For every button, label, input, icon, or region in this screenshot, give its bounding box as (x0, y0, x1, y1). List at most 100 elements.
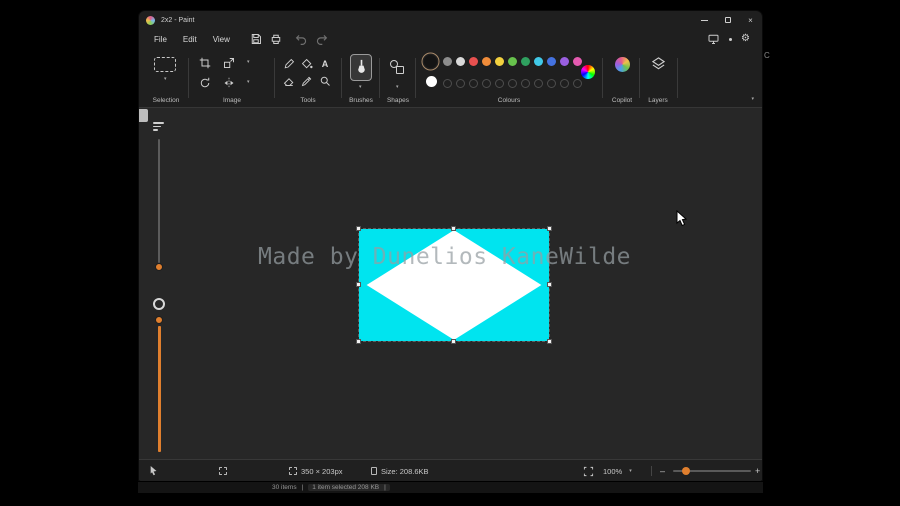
color-swatch[interactable] (573, 79, 582, 88)
selection-handle[interactable] (547, 282, 552, 287)
color-swatch[interactable] (547, 79, 556, 88)
close-button[interactable]: × (739, 11, 762, 29)
layers-icon (651, 57, 666, 70)
print-icon (271, 34, 281, 44)
color-swatch[interactable] (456, 79, 465, 88)
shapes-icon[interactable] (396, 66, 404, 74)
zoom-level-dropdown[interactable]: 100% ▾ (603, 460, 632, 482)
color-picker-tool[interactable] (301, 75, 313, 87)
zoom-slider-thumb[interactable] (682, 467, 690, 475)
maximize-button[interactable] (716, 11, 739, 29)
color-swatch[interactable] (547, 57, 556, 66)
edit-colors-wheel[interactable] (581, 65, 595, 79)
text-tool[interactable]: A (322, 59, 329, 69)
color-swatch[interactable] (521, 79, 530, 88)
layers-button[interactable] (651, 56, 666, 71)
crop-icon (199, 57, 210, 68)
selection-handle[interactable] (547, 339, 552, 344)
selection-box-icon (219, 467, 227, 475)
selection-handle[interactable] (451, 339, 456, 344)
opacity-slider-track[interactable] (158, 326, 161, 452)
chevron-down-icon[interactable]: ▾ (164, 77, 167, 82)
color-swatch[interactable] (469, 79, 478, 88)
magnifier-icon (320, 76, 330, 86)
zoom-out-button[interactable]: – (660, 460, 665, 482)
brush-size-slider[interactable] (152, 122, 168, 452)
color-swatch[interactable] (443, 79, 452, 88)
color-swatch[interactable] (534, 79, 543, 88)
color-swatch[interactable] (456, 57, 465, 66)
color-swatch[interactable] (495, 79, 504, 88)
minimize-button[interactable] (693, 11, 716, 29)
selection-tool-icon[interactable] (154, 57, 176, 72)
secondary-color-swatch[interactable] (426, 76, 437, 87)
color-swatch[interactable] (560, 57, 569, 66)
eraser-tool[interactable] (283, 75, 295, 87)
tools-section: A Tools (277, 49, 339, 107)
size-slider-thumb[interactable] (155, 263, 163, 271)
copilot-label: Copilot (611, 97, 633, 104)
opacity-slider-thumb[interactable] (155, 316, 163, 324)
brush-size-icon (153, 122, 165, 132)
brush-tool-selected[interactable] (350, 54, 372, 81)
flip-button[interactable] (221, 75, 236, 90)
color-swatch[interactable] (469, 57, 478, 66)
size-slider-track[interactable] (158, 139, 160, 263)
ribbon-expand-chevron-icon[interactable]: ▾ (751, 97, 754, 102)
palette-row-2 (443, 79, 582, 88)
selection-label: Selection (152, 97, 180, 104)
primary-color-swatch[interactable] (424, 55, 437, 68)
menu-view[interactable]: View (206, 32, 237, 47)
layers-label: Layers (648, 97, 668, 104)
chevron-down-icon[interactable]: ▾ (247, 80, 250, 85)
rotate-button[interactable] (197, 75, 212, 90)
color-swatch[interactable] (560, 79, 569, 88)
status-bar: 350 × 203px Size: 208.6KB 100% ▾ – + (139, 459, 762, 481)
cast-button[interactable] (707, 33, 720, 45)
resize-button[interactable] (221, 55, 236, 70)
color-swatch[interactable] (443, 57, 452, 66)
menu-file[interactable]: File (147, 32, 174, 47)
color-swatch[interactable] (482, 79, 491, 88)
magnifier-tool[interactable] (319, 75, 331, 87)
color-swatch[interactable] (482, 57, 491, 66)
fit-to-screen-button[interactable] (583, 460, 594, 482)
window-edge-artifact (139, 109, 148, 122)
color-swatch[interactable] (573, 57, 582, 66)
menu-edit[interactable]: Edit (176, 32, 204, 47)
selection-handle[interactable] (547, 226, 552, 231)
file-size-indicator: Size: 208.6KB (371, 460, 429, 482)
fill-tool[interactable] (301, 58, 313, 70)
save-button[interactable] (247, 31, 265, 47)
settings-button[interactable]: ⚙ (741, 34, 750, 44)
selection-handle[interactable] (356, 339, 361, 344)
color-swatch[interactable] (508, 57, 517, 66)
print-button[interactable] (267, 31, 285, 47)
monitor-icon (708, 34, 719, 44)
image-section: ▾ ▾ Image (191, 49, 273, 107)
color-swatch[interactable] (495, 57, 504, 66)
chevron-down-icon[interactable]: ▾ (247, 60, 250, 65)
color-swatch[interactable] (521, 57, 530, 66)
selection-handle[interactable] (451, 226, 456, 231)
color-swatch[interactable] (508, 79, 517, 88)
zoom-in-button[interactable]: + (755, 460, 760, 482)
selection-handle[interactable] (356, 226, 361, 231)
ribbon-toolbar: ▾ Selection ▾ ▾ Image A Tools ▾ Brushes … (139, 49, 762, 108)
undo-button[interactable] (293, 31, 311, 47)
selection-indicator (219, 460, 227, 482)
zoom-slider[interactable] (673, 467, 751, 475)
crop-button[interactable] (197, 55, 212, 70)
explorer-separator: | (301, 484, 304, 491)
redo-button[interactable] (313, 31, 331, 47)
chevron-down-icon[interactable]: ▾ (359, 85, 362, 90)
color-swatch[interactable] (534, 57, 543, 66)
title-bar[interactable]: 2x2 - Paint × (139, 11, 762, 29)
notification-dot-icon[interactable] (729, 37, 733, 41)
pencil-tool[interactable] (283, 58, 295, 70)
canvas-workspace[interactable]: Made by Dunelios KaneWilde (139, 108, 762, 459)
chevron-down-icon[interactable]: ▾ (396, 85, 399, 90)
copilot-icon[interactable] (615, 57, 630, 72)
colours-label: Colours (497, 97, 521, 104)
selection-handle[interactable] (356, 282, 361, 287)
